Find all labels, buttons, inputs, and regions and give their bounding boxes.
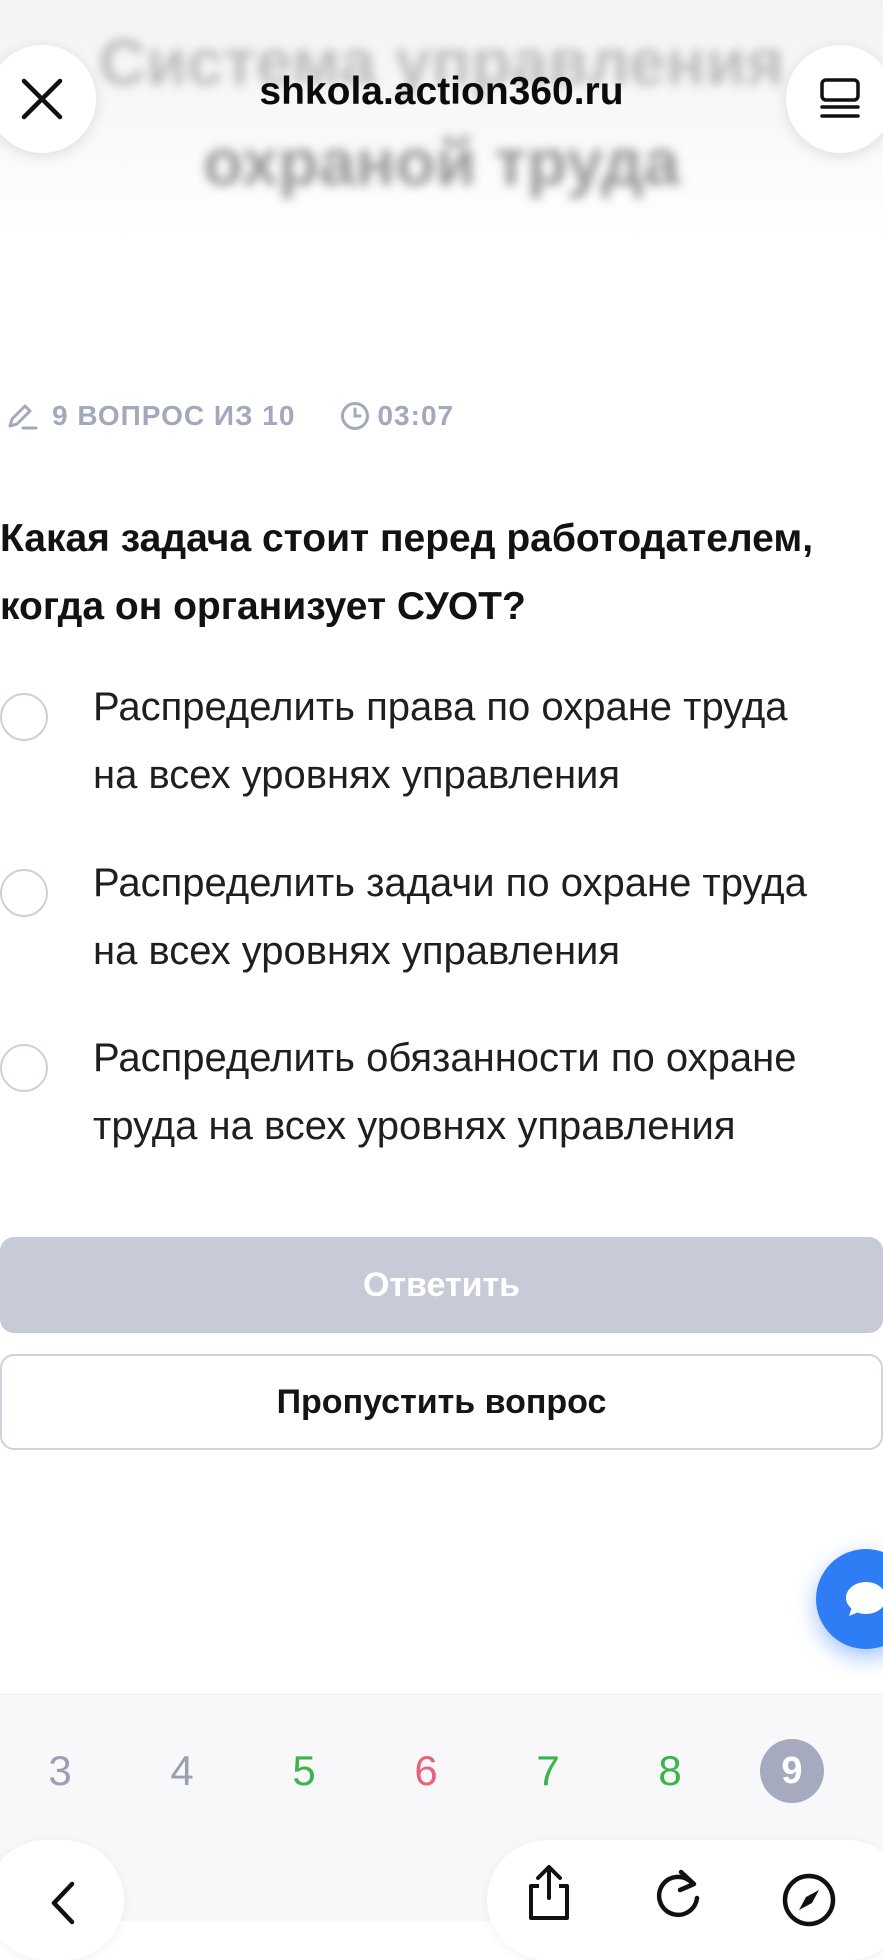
quiz-meta-row: 9 ВОПРОС ИЗ 10 03:07 [0, 396, 454, 436]
pager-item-6[interactable]: 6 [394, 1739, 458, 1803]
radio-button[interactable] [0, 869, 48, 917]
answer-option-line-1: Распределить задачи по охране труда [93, 861, 807, 905]
answer-option-label: Распределить права по охране труда на вс… [93, 673, 883, 809]
radio-button[interactable] [0, 693, 48, 741]
close-icon [21, 78, 63, 120]
answer-option-line-2: труда на всех уровнях управления [93, 1104, 736, 1148]
chevron-left-icon [51, 1881, 75, 1925]
browser-top-bar: Система управления охраной труда shkola.… [0, 0, 883, 240]
answer-option-2[interactable]: Распределить задачи по охране труда на в… [0, 861, 883, 994]
pager-item-9[interactable]: 9 [760, 1739, 824, 1803]
answer-option-line-1: Распределить права по охране труда [93, 685, 788, 729]
pager-item-7[interactable]: 7 [516, 1739, 580, 1803]
answer-option-line-2: на всех уровнях управления [93, 929, 621, 973]
pencil-icon [8, 404, 38, 430]
share-icon[interactable] [523, 1862, 575, 1922]
pager-item-3[interactable]: 3 [28, 1739, 92, 1803]
pager-item-8[interactable]: 8 [638, 1739, 702, 1803]
answer-button[interactable]: Ответить [0, 1237, 883, 1333]
answer-option-label: Распределить обязанности по охране труда… [93, 1024, 883, 1160]
chat-icon [846, 1582, 883, 1616]
answer-option-line-2: на всех уровнях управления [93, 753, 621, 797]
browser-actions [487, 1840, 883, 1960]
question-progress: 9 ВОПРОС ИЗ 10 [52, 400, 296, 431]
question-text: Какая задача стоит перед работодателем, … [0, 505, 883, 641]
answer-option-3[interactable]: Распределить обязанности по охране труда… [0, 1036, 883, 1169]
pager-item-4[interactable]: 4 [150, 1739, 214, 1803]
address-bar-url[interactable]: shkola.action360.ru [0, 68, 883, 116]
question-line-2: когда он организует СУОТ? [0, 585, 526, 628]
answer-option-label: Распределить задачи по охране труда на в… [93, 849, 883, 985]
question-line-1: Какая задача стоит перед работодателем, [0, 517, 814, 560]
quiz-timer: 03:07 [377, 400, 455, 431]
tabs-button[interactable] [786, 45, 883, 153]
chat-button[interactable] [816, 1549, 883, 1649]
reload-icon[interactable] [651, 1866, 705, 1922]
answer-option-1[interactable]: Распределить права по охране труда на вс… [0, 685, 883, 818]
clock-icon [341, 402, 370, 430]
skip-question-button[interactable]: Пропустить вопрос [0, 1354, 883, 1450]
answer-option-line-1: Распределить обязанности по охране [93, 1036, 797, 1080]
tabs-icon [820, 78, 860, 118]
pager-item-5[interactable]: 5 [272, 1739, 336, 1803]
radio-button[interactable] [0, 1044, 48, 1092]
back-button[interactable] [0, 1840, 124, 1960]
page-header-title-blurred-line2: охраной труда [203, 125, 680, 199]
